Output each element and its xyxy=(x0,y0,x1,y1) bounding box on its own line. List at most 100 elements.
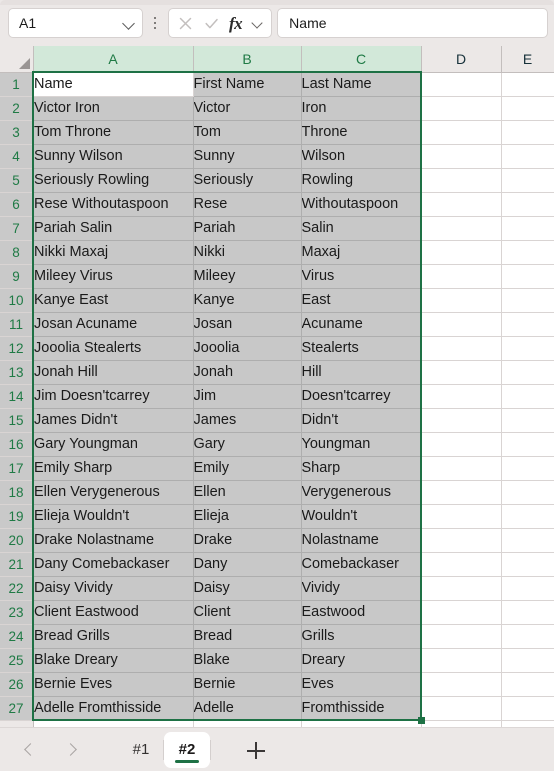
cell-C28[interactable] xyxy=(301,720,422,727)
plus-icon[interactable] xyxy=(245,739,267,761)
cell-C16[interactable]: Youngman xyxy=(301,432,422,457)
cell-D14[interactable] xyxy=(421,384,502,409)
row-header-23[interactable]: 23 xyxy=(0,600,34,625)
row-header-21[interactable]: 21 xyxy=(0,552,34,577)
cell-D16[interactable] xyxy=(421,432,502,457)
cell-A6[interactable]: Rese Withoutaspoon xyxy=(33,192,194,217)
cell-A7[interactable]: Pariah Salin xyxy=(33,216,194,241)
cell-E14[interactable] xyxy=(501,384,554,409)
cell-D24[interactable] xyxy=(421,624,502,649)
cell-D18[interactable] xyxy=(421,480,502,505)
cell-B10[interactable]: Kanye xyxy=(193,288,302,313)
row-header-16[interactable]: 16 xyxy=(0,432,34,457)
cell-A20[interactable]: Drake Nolastname xyxy=(33,528,194,553)
cell-C21[interactable]: Comebackaser xyxy=(301,552,422,577)
formula-input[interactable]: Name xyxy=(277,8,548,38)
row-header-10[interactable]: 10 xyxy=(0,288,34,313)
row-header-7[interactable]: 7 xyxy=(0,216,34,241)
cell-D12[interactable] xyxy=(421,336,502,361)
cell-A12[interactable]: Jooolia Stealerts xyxy=(33,336,194,361)
row-header-20[interactable]: 20 xyxy=(0,528,34,553)
cell-A17[interactable]: Emily Sharp xyxy=(33,456,194,481)
cell-C25[interactable]: Dreary xyxy=(301,648,422,673)
cell-A27[interactable]: Adelle Fromthisside xyxy=(33,696,194,721)
cell-E10[interactable] xyxy=(501,288,554,313)
cell-C17[interactable]: Sharp xyxy=(301,456,422,481)
cell-B13[interactable]: Jonah xyxy=(193,360,302,385)
chevron-down-icon[interactable] xyxy=(252,17,264,29)
cell-A16[interactable]: Gary Youngman xyxy=(33,432,194,457)
cell-A1[interactable]: Name xyxy=(33,72,194,97)
cell-A8[interactable]: Nikki Maxaj xyxy=(33,240,194,265)
cell-E9[interactable] xyxy=(501,264,554,289)
row-header-1[interactable]: 1 xyxy=(0,72,34,97)
row-header-27[interactable]: 27 xyxy=(0,696,34,721)
cell-D15[interactable] xyxy=(421,408,502,433)
cell-A18[interactable]: Ellen Verygenerous xyxy=(33,480,194,505)
row-header-18[interactable]: 18 xyxy=(0,480,34,505)
cell-B8[interactable]: Nikki xyxy=(193,240,302,265)
cell-A15[interactable]: James Didn't xyxy=(33,408,194,433)
cell-E17[interactable] xyxy=(501,456,554,481)
cell-B22[interactable]: Daisy xyxy=(193,576,302,601)
cell-D2[interactable] xyxy=(421,96,502,121)
close-icon[interactable] xyxy=(177,15,194,32)
cell-C5[interactable]: Rowling xyxy=(301,168,422,193)
cell-A13[interactable]: Jonah Hill xyxy=(33,360,194,385)
cell-D22[interactable] xyxy=(421,576,502,601)
cell-A9[interactable]: Mileey Virus xyxy=(33,264,194,289)
cell-D20[interactable] xyxy=(421,528,502,553)
row-header-14[interactable]: 14 xyxy=(0,384,34,409)
row-header-17[interactable]: 17 xyxy=(0,456,34,481)
cell-E19[interactable] xyxy=(501,504,554,529)
cell-E21[interactable] xyxy=(501,552,554,577)
cell-A22[interactable]: Daisy Vividy xyxy=(33,576,194,601)
row-header-8[interactable]: 8 xyxy=(0,240,34,265)
cell-C3[interactable]: Throne xyxy=(301,120,422,145)
cell-C11[interactable]: Acuname xyxy=(301,312,422,337)
cell-E25[interactable] xyxy=(501,648,554,673)
cell-C15[interactable]: Didn't xyxy=(301,408,422,433)
name-box[interactable]: A1 xyxy=(8,8,143,38)
cell-A19[interactable]: Elieja Wouldn't xyxy=(33,504,194,529)
cell-E12[interactable] xyxy=(501,336,554,361)
cell-C10[interactable]: East xyxy=(301,288,422,313)
cell-B4[interactable]: Sunny xyxy=(193,144,302,169)
cell-B16[interactable]: Gary xyxy=(193,432,302,457)
cell-C19[interactable]: Wouldn't xyxy=(301,504,422,529)
cell-C14[interactable]: Doesn'tcarrey xyxy=(301,384,422,409)
cell-C8[interactable]: Maxaj xyxy=(301,240,422,265)
chevron-left-icon[interactable] xyxy=(22,742,38,758)
row-header-25[interactable]: 25 xyxy=(0,648,34,673)
cell-A23[interactable]: Client Eastwood xyxy=(33,600,194,625)
row-header-9[interactable]: 9 xyxy=(0,264,34,289)
cell-E22[interactable] xyxy=(501,576,554,601)
cell-B5[interactable]: Seriously xyxy=(193,168,302,193)
cell-C22[interactable]: Vividy xyxy=(301,576,422,601)
cell-D25[interactable] xyxy=(421,648,502,673)
kebab-menu-icon[interactable] xyxy=(146,8,164,38)
cell-D19[interactable] xyxy=(421,504,502,529)
cell-D28[interactable] xyxy=(421,720,502,727)
cell-D6[interactable] xyxy=(421,192,502,217)
cell-E16[interactable] xyxy=(501,432,554,457)
cell-D27[interactable] xyxy=(421,696,502,721)
chevron-down-icon[interactable] xyxy=(122,16,136,30)
cell-B24[interactable]: Bread xyxy=(193,624,302,649)
row-header-3[interactable]: 3 xyxy=(0,120,34,145)
cell-E2[interactable] xyxy=(501,96,554,121)
cell-D13[interactable] xyxy=(421,360,502,385)
fill-handle[interactable] xyxy=(418,717,425,724)
cell-E5[interactable] xyxy=(501,168,554,193)
cell-E20[interactable] xyxy=(501,528,554,553)
cell-C9[interactable]: Virus xyxy=(301,264,422,289)
row-header-6[interactable]: 6 xyxy=(0,192,34,217)
column-header-b[interactable]: B xyxy=(193,46,302,73)
cell-B1[interactable]: First Name xyxy=(193,72,302,97)
cell-B7[interactable]: Pariah xyxy=(193,216,302,241)
row-header-26[interactable]: 26 xyxy=(0,672,34,697)
cell-D17[interactable] xyxy=(421,456,502,481)
cell-D7[interactable] xyxy=(421,216,502,241)
row-header-4[interactable]: 4 xyxy=(0,144,34,169)
cell-B25[interactable]: Blake xyxy=(193,648,302,673)
